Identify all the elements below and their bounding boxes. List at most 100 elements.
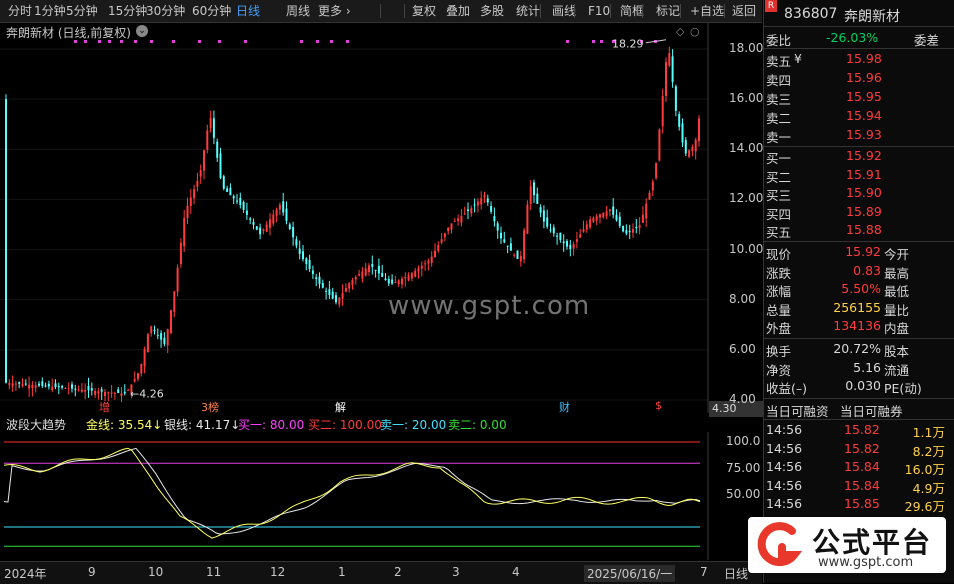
event-marker[interactable]: $ [654, 399, 663, 412]
period-tab-6[interactable]: 日线 [236, 0, 260, 22]
toolbar-action-6[interactable]: 简框 [620, 0, 644, 22]
stat-label: 涨跌 [766, 265, 792, 281]
candle-body [655, 163, 658, 179]
candle-body [434, 250, 436, 257]
candle-body [500, 232, 502, 239]
rz-header-1: 当日可融券 [840, 404, 903, 419]
candle-body [566, 240, 568, 247]
toolbar-action-2[interactable]: 多股 [480, 0, 504, 22]
candle-body [90, 388, 93, 391]
candle-body [61, 386, 64, 388]
indicator-value-4: 卖一: 20.00 [380, 418, 447, 432]
silver-line [3, 447, 701, 535]
toolbar-action-0[interactable]: 复权 [412, 0, 436, 22]
period-tab-2[interactable]: 5分钟 [66, 0, 98, 22]
toolbar-action-1[interactable]: 叠加 [446, 0, 470, 22]
indicator-tick: 50.00 [726, 487, 761, 502]
candle-body [377, 265, 380, 274]
candle-body [506, 245, 509, 247]
candle-body [410, 273, 413, 279]
period-tab-8[interactable]: 更多 › [318, 0, 351, 22]
event-marker[interactable]: 增 [98, 399, 111, 415]
candle-body [292, 227, 295, 238]
candle-body [384, 278, 387, 281]
candle-body [635, 226, 638, 228]
candle-body [31, 384, 34, 389]
event-marker[interactable]: 财 [558, 399, 571, 415]
candle-body [255, 226, 258, 230]
candle-body [467, 209, 469, 211]
separator [764, 419, 954, 420]
candle-body [302, 251, 304, 260]
price-tick: 14.00 [729, 141, 764, 156]
stock-name: 奔朗新材 [844, 9, 900, 25]
candle-body [173, 291, 176, 312]
candle-body [473, 204, 476, 206]
period-tab-3[interactable]: 15分钟 [108, 0, 147, 22]
toolbar-action-4[interactable]: 画线 [552, 0, 576, 22]
candle-body [77, 389, 80, 391]
toolbar-action-9[interactable]: 返回 [732, 0, 756, 22]
candle-body [427, 260, 430, 264]
toolbar-action-8[interactable]: +自选 [690, 0, 724, 22]
candle-body [371, 263, 374, 267]
toolbar-divider [610, 4, 611, 18]
candle-body [113, 392, 116, 394]
date-label: 1 [338, 565, 346, 579]
candle-body [203, 150, 205, 171]
candle-body [107, 392, 110, 394]
candle-body [374, 269, 377, 271]
candle-body [671, 56, 674, 82]
bid-price: 15.89 [846, 203, 882, 219]
indicator-name[interactable]: 波段大趋势 [6, 416, 66, 433]
toolbar-divider [680, 4, 681, 18]
kline-chart[interactable]: 18.29 ←4.26 ◇ ○ [0, 23, 762, 413]
circle-icon[interactable]: ○ [690, 25, 700, 38]
candle-body [28, 384, 31, 389]
candle-body [509, 243, 512, 251]
rz-header-0: 当日可融资 [766, 404, 829, 419]
diamond-icon[interactable]: ◇ [676, 25, 685, 38]
candle-body [688, 150, 691, 157]
signal-dot [300, 40, 303, 43]
candle-body [288, 224, 291, 230]
bid-label: 买二 [766, 169, 792, 185]
date-label: 10 [148, 565, 164, 579]
indicator-chart[interactable] [0, 432, 762, 560]
toolbar-action-7[interactable]: 标记 [656, 0, 680, 22]
period-tab-4[interactable]: 30分钟 [146, 0, 185, 22]
candle-body [183, 217, 186, 247]
candle-body [87, 385, 90, 391]
period-tab-1[interactable]: 1分钟 [34, 0, 66, 22]
weicha-label: 委差 [914, 33, 940, 48]
period-tab-7[interactable]: 周线 [286, 0, 310, 22]
candle-body [453, 220, 456, 222]
tick-time: 14:56 [766, 422, 803, 437]
candle-body [163, 337, 166, 345]
stat2-label: 净资 [766, 362, 792, 378]
webi-value: -26.03% [826, 30, 879, 45]
event-marker[interactable]: 3榜 [200, 399, 220, 415]
period-tab-5[interactable]: 60分钟 [192, 0, 231, 22]
price-tick: 18.00 [729, 41, 764, 55]
candle-body [150, 326, 153, 334]
toolbar-action-5[interactable]: F10 [588, 0, 610, 22]
period-tab-0[interactable]: 分时 [8, 0, 32, 22]
candle-body [133, 378, 136, 382]
event-marker[interactable]: 解 [334, 399, 347, 415]
separator [764, 398, 954, 399]
max-price-label: 18.29 [612, 38, 644, 51]
candle-body [394, 281, 397, 283]
stat-value: 5.50% [841, 281, 881, 296]
candle-body [285, 208, 288, 221]
candle-body [179, 242, 182, 265]
candle-body [127, 389, 130, 391]
chart-settings-icon[interactable]: ⌄ [136, 25, 148, 37]
candle-body [226, 188, 229, 192]
candle-body [335, 295, 337, 303]
brand-logo: 公式平台 www.gspt.com [748, 517, 946, 573]
toolbar-action-3[interactable]: 统计 [516, 0, 540, 22]
candle-body [166, 329, 169, 346]
toolbar-divider [540, 4, 541, 18]
candle-body [443, 233, 446, 238]
